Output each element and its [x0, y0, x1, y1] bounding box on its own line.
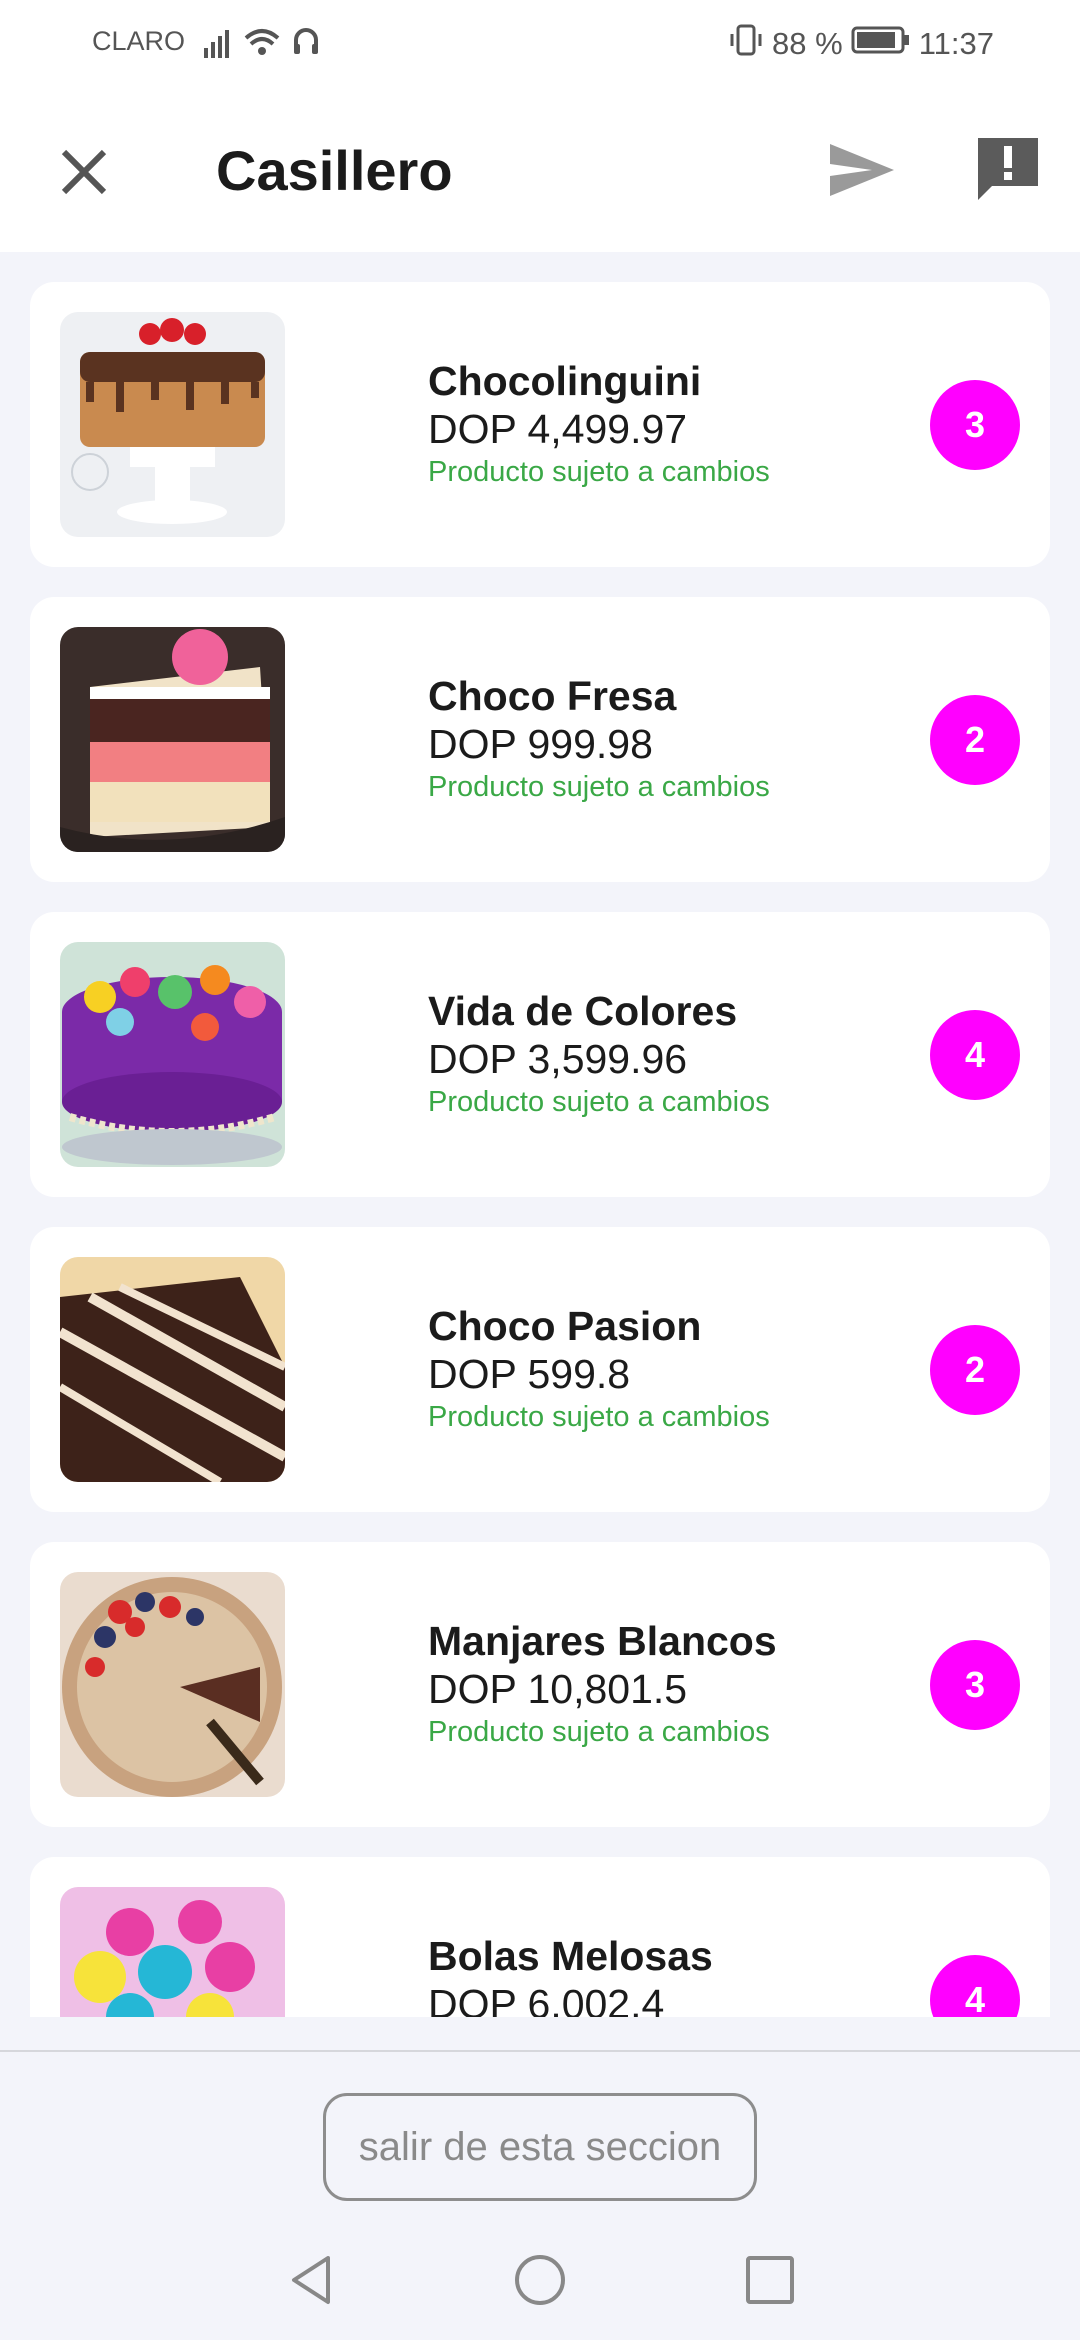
exit-section-button[interactable]: salir de esta seccion	[323, 2093, 757, 2201]
quantity-badge[interactable]: 4	[930, 1010, 1020, 1100]
product-image	[60, 1257, 285, 1482]
status-right: 88 % 11:37	[728, 22, 994, 66]
product-card[interactable]: Chocolinguini DOP 4,499.97 Producto suje…	[30, 282, 1050, 567]
product-note: Producto sujeto a cambios	[428, 1401, 770, 1433]
page-title: Casillero	[216, 139, 453, 202]
product-price: DOP 4,499.97	[428, 406, 688, 452]
battery-icon	[851, 25, 911, 63]
signal-icon	[200, 24, 330, 68]
product-note: Producto sujeto a cambios	[428, 456, 770, 488]
product-note: Producto sujeto a cambios	[428, 1086, 770, 1118]
product-card[interactable]: Choco Fresa DOP 999.98 Producto sujeto a…	[30, 597, 1050, 882]
product-price: DOP 10,801.5	[428, 1666, 688, 1712]
back-icon[interactable]	[284, 2252, 340, 2313]
product-image	[60, 1887, 285, 2017]
product-price: DOP 999.98	[428, 721, 653, 767]
quantity-badge[interactable]: 4	[930, 1955, 1020, 2017]
product-name: Choco Pasion	[428, 1303, 702, 1349]
close-icon[interactable]	[52, 140, 116, 204]
quantity-badge[interactable]: 2	[930, 695, 1020, 785]
system-nav-bar	[0, 2240, 1080, 2340]
quantity-badge[interactable]: 3	[930, 1640, 1020, 1730]
recent-apps-icon[interactable]	[742, 2252, 798, 2313]
product-price: DOP 3,599.96	[428, 1036, 688, 1082]
product-name: Manjares Blancos	[428, 1618, 777, 1664]
product-note: Producto sujeto a cambios	[428, 1716, 770, 1748]
product-image	[60, 627, 285, 852]
product-card[interactable]: Bolas Melosas DOP 6,002.4 4	[30, 1857, 1050, 2017]
quantity-badge[interactable]: 3	[930, 380, 1020, 470]
status-bar: CLARO 88 % 11:37	[0, 0, 1080, 86]
product-price: DOP 599.8	[428, 1351, 631, 1397]
report-icon[interactable]	[972, 132, 1044, 204]
product-card[interactable]: Choco Pasion DOP 599.8 Producto sujeto a…	[30, 1227, 1050, 1512]
carrier-label: CLARO	[92, 26, 186, 56]
product-list[interactable]: Chocolinguini DOP 4,499.97 Producto suje…	[0, 252, 1080, 2017]
product-image	[60, 312, 285, 537]
send-icon[interactable]	[826, 138, 898, 202]
product-card[interactable]: Vida de Colores DOP 3,599.96 Producto su…	[30, 912, 1050, 1197]
product-name: Bolas Melosas	[428, 1933, 713, 1979]
product-card[interactable]: Manjares Blancos DOP 10,801.5 Producto s…	[30, 1542, 1050, 1827]
quantity-badge[interactable]: 2	[930, 1325, 1020, 1415]
product-price: DOP 6,002.4	[428, 1981, 665, 2017]
home-icon[interactable]	[512, 2252, 568, 2313]
product-note: Producto sujeto a cambios	[428, 771, 770, 803]
product-image	[60, 1572, 285, 1797]
app-bar: Casillero	[0, 86, 1080, 252]
product-name: Chocolinguini	[428, 358, 702, 404]
vibrate-icon	[728, 22, 764, 66]
product-name: Vida de Colores	[428, 988, 738, 1034]
footer-divider	[0, 2050, 1080, 2052]
battery-percent: 88 %	[772, 26, 843, 61]
clock: 11:37	[918, 26, 994, 61]
product-image	[60, 942, 285, 1167]
product-name: Choco Fresa	[428, 673, 677, 719]
